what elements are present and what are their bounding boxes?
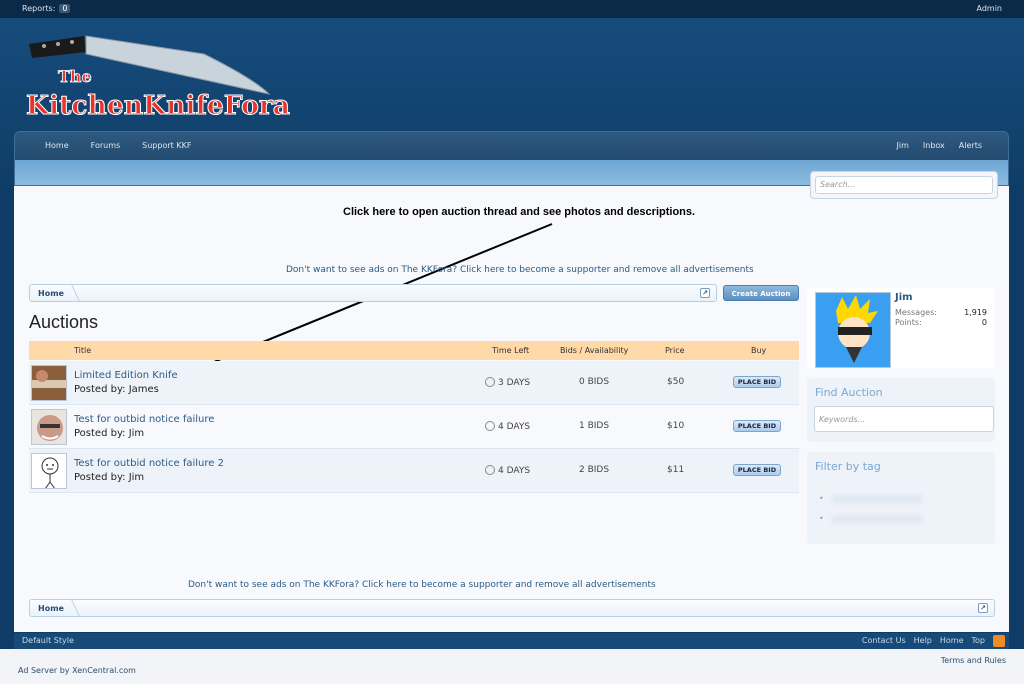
time-left: 3 DAYS [485, 377, 530, 388]
auctions-table-header: Title Time Left Bids / Availability Pric… [29, 341, 799, 360]
admin-link[interactable]: Admin [977, 4, 1003, 13]
style-chooser[interactable]: Default Style [22, 636, 74, 645]
filter-by-tag-title: Filter by tag [815, 460, 881, 473]
nav-home[interactable]: Home [45, 141, 69, 150]
annotation-text: Click here to open auction thread and se… [343, 206, 696, 218]
auction-poster: Posted by: James [74, 384, 159, 395]
knife-handle [29, 36, 86, 58]
breadcrumb-separator [62, 285, 80, 301]
place-bid-button[interactable]: PLACE BID [733, 376, 781, 388]
breadcrumb-top: Home ↗ [29, 284, 717, 302]
clock-icon [485, 377, 495, 387]
time-left-value: 3 DAYS [498, 378, 531, 388]
page-title: Auctions [29, 312, 99, 332]
knife-blade [85, 35, 271, 95]
points-value: 0 [981, 318, 987, 327]
auction-thumbnail[interactable] [31, 365, 67, 401]
auction-row: Test for outbid notice failure 2 Posted … [29, 449, 799, 493]
top-bar: Reports: 0 Admin [0, 0, 1024, 18]
clock-icon [485, 465, 495, 475]
ad-link-top[interactable]: Don't want to see ads on The KKFora? Cli… [286, 265, 754, 275]
auction-poster: Posted by: Jim [74, 472, 145, 483]
time-left-value: 4 DAYS [498, 422, 531, 432]
footer-contact-us[interactable]: Contact Us [862, 636, 906, 645]
search-input[interactable]: Search... [815, 176, 993, 194]
find-auction-box: Find Auction Keywords... [807, 378, 995, 442]
footer-top[interactable]: Top [972, 636, 986, 645]
breadcrumb-bottom: Home ↗ [29, 599, 995, 617]
header-price: Price [665, 346, 685, 355]
breadcrumb-separator [62, 600, 80, 616]
logo-text-main: KitchenKnifeFora [26, 91, 290, 121]
tag-bullet: • [819, 514, 824, 523]
ad-server-link[interactable]: Ad Server by XenCentral.com [18, 666, 136, 675]
bids-count: 2 BIDS [579, 465, 610, 475]
member-info-box: Jim Messages: 1,919 Points: 0 [807, 288, 995, 368]
nav-user-jim[interactable]: Jim [897, 141, 909, 150]
ad-link-bottom[interactable]: Don't want to see ads on The KKFora? Cli… [188, 580, 656, 590]
price: $11 [667, 465, 685, 475]
terms-link[interactable]: Terms and Rules [941, 656, 1006, 665]
header-buy: Buy [751, 346, 767, 355]
header-time-left: Time Left [492, 346, 530, 355]
nav-alerts[interactable]: Alerts [959, 141, 982, 150]
reports-link[interactable]: Reports: 0 [22, 4, 71, 13]
auction-thumbnail[interactable] [31, 409, 67, 445]
price: $50 [667, 377, 685, 387]
tag-link[interactable]: • [819, 494, 922, 503]
search-box: Search... [810, 171, 998, 199]
tag-bullet: • [819, 494, 824, 503]
jump-icon[interactable]: ↗ [700, 288, 710, 298]
clock-icon [485, 421, 495, 431]
auction-row: Test for outbid notice failure Posted by… [29, 405, 799, 449]
site-logo[interactable]: The KitchenKnifeFora [24, 24, 294, 134]
auction-title-link[interactable]: Test for outbid notice failure 2 [74, 458, 224, 469]
avatar[interactable] [815, 292, 891, 368]
bids-count: 1 BIDS [579, 421, 610, 431]
auction-title-link[interactable]: Limited Edition Knife [74, 370, 178, 381]
auction-thumbnail[interactable] [31, 453, 67, 489]
tag-link[interactable]: • [819, 514, 922, 523]
place-bid-button[interactable]: PLACE BID [733, 420, 781, 432]
time-left-value: 4 DAYS [498, 466, 531, 476]
price: $10 [667, 421, 685, 431]
create-auction-button[interactable]: Create Auction [723, 285, 799, 301]
messages-label: Messages: [895, 308, 937, 317]
reports-label: Reports: [22, 4, 56, 13]
reports-count-badge: 0 [59, 4, 71, 13]
bids-count: 0 BIDS [579, 377, 610, 387]
auction-title-link[interactable]: Test for outbid notice failure [74, 414, 214, 425]
auction-row: Limited Edition Knife Posted by: James 3… [29, 361, 799, 405]
place-bid-button[interactable]: PLACE BID [733, 464, 781, 476]
nav-support-kkf[interactable]: Support KKF [142, 141, 191, 150]
logo-text-the: The [58, 67, 92, 86]
filter-by-tag-box: Filter by tag • • [807, 452, 995, 544]
rss-icon[interactable] [993, 635, 1005, 647]
footer-help[interactable]: Help [914, 636, 932, 645]
header-bids: Bids / Availability [560, 346, 629, 355]
points-label: Points: [895, 318, 922, 327]
nav-inbox[interactable]: Inbox [923, 141, 945, 150]
keywords-input[interactable]: Keywords... [814, 406, 994, 432]
messages-value: 1,919 [964, 308, 987, 317]
jump-icon[interactable]: ↗ [978, 603, 988, 613]
nav-forums[interactable]: Forums [91, 141, 121, 150]
time-left: 4 DAYS [485, 421, 530, 432]
member-name[interactable]: Jim [895, 292, 913, 303]
find-auction-title: Find Auction [815, 386, 883, 399]
below-footer: Terms and Rules Ad Server by XenCentral.… [0, 649, 1024, 684]
breadcrumb-home[interactable]: Home [38, 289, 64, 298]
time-left: 4 DAYS [485, 465, 530, 476]
footer: Default Style Contact Us Help Home Top [14, 633, 1009, 649]
auction-poster: Posted by: Jim [74, 428, 145, 439]
header-title: Title [74, 346, 92, 355]
footer-home[interactable]: Home [940, 636, 964, 645]
breadcrumb-home[interactable]: Home [38, 604, 64, 613]
